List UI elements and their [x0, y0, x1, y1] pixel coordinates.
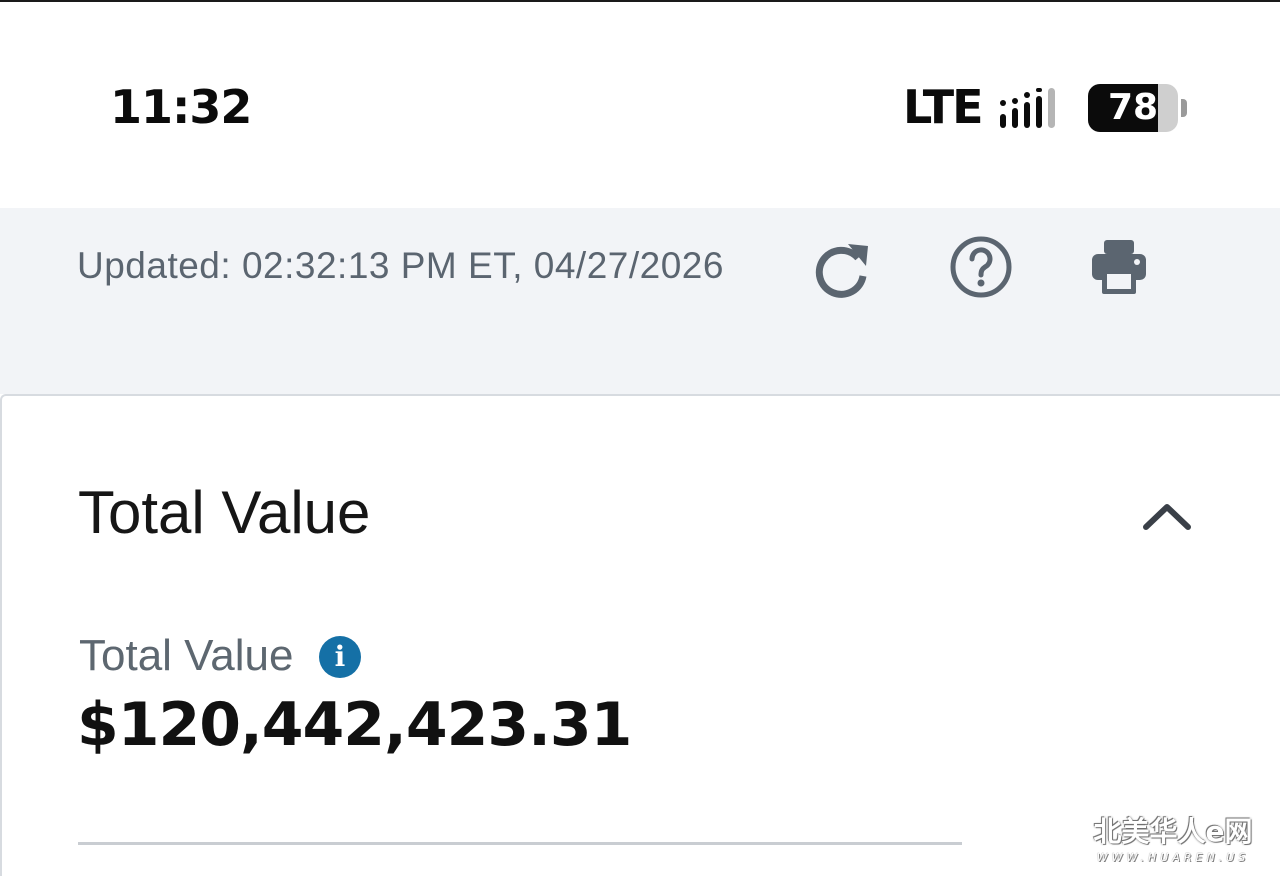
watermark-text: 北美华人e网 [1093, 815, 1253, 848]
network-type: LTE [903, 80, 983, 134]
total-value-amount: $120,442,423.31 [77, 690, 632, 760]
battery-icon: 78 [1088, 84, 1188, 134]
updated-timestamp: Updated: 02:32:13 PM ET, 04/27/2026 [77, 245, 724, 286]
card-title: Total Value [78, 479, 371, 546]
divider [78, 842, 962, 845]
watermark-logo: 北美华人e网 WWW.HUAREN.US [1078, 814, 1268, 870]
help-icon[interactable] [948, 234, 1014, 300]
signal-strength-icon [1000, 88, 1055, 128]
battery-body: 78 [1088, 84, 1178, 132]
battery-cap [1181, 99, 1187, 117]
chevron-up-icon[interactable] [1140, 495, 1194, 535]
print-icon[interactable] [1086, 234, 1152, 300]
battery-level: 78 [1107, 87, 1159, 128]
info-icon[interactable]: i [319, 636, 361, 678]
refresh-icon[interactable] [808, 236, 874, 302]
watermark-url: WWW.HUAREN.US [1096, 851, 1250, 864]
status-time: 11:32 [110, 80, 252, 134]
total-value-label: Total Value [79, 631, 294, 680]
status-bar: 11:32 LTE 78 [0, 2, 1280, 208]
